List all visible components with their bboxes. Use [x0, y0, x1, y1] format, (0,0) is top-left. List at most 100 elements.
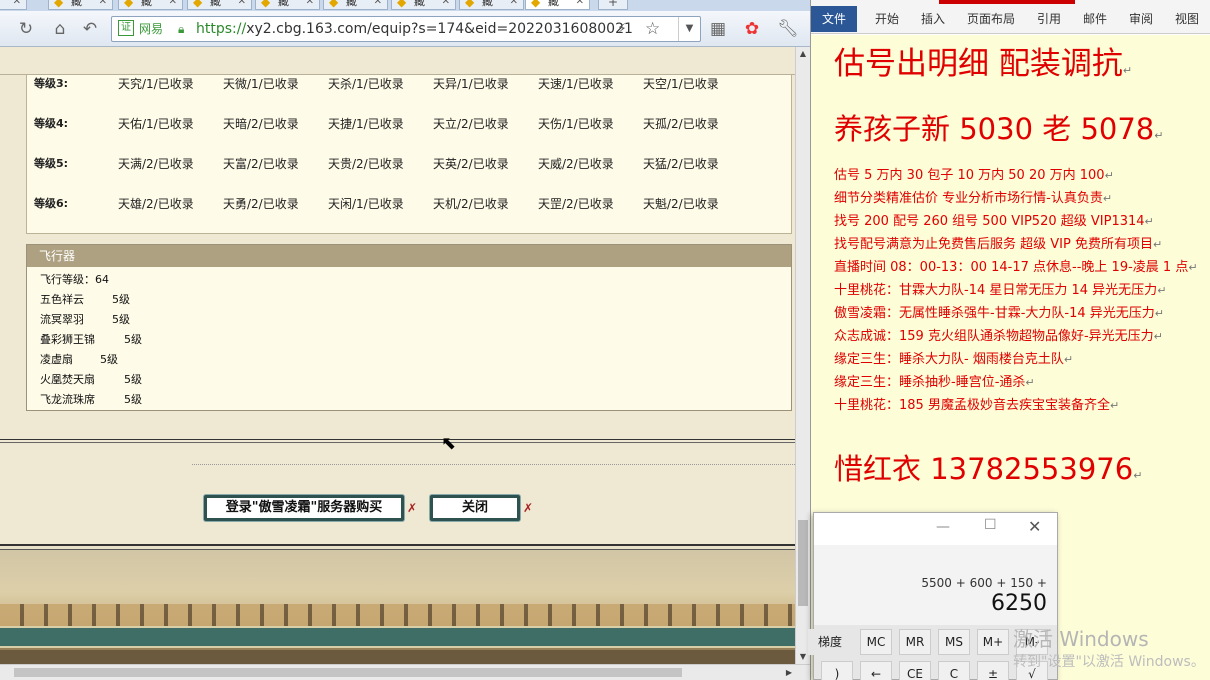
tab-close-icon[interactable]: ✕	[99, 0, 107, 9]
scroll-up-icon[interactable]: ▲	[796, 47, 810, 61]
skill-item: 天捷/1/已收录	[328, 117, 404, 131]
tab-insert[interactable]: 插入	[921, 10, 945, 27]
scroll-thumb[interactable]	[798, 520, 808, 606]
folder-icon: ◆	[329, 0, 339, 9]
browser-tab[interactable]: ◆藏✕	[48, 0, 113, 10]
doc-line: 估号 5 万内 30 包子 10 万内 50 20 万内 100↵	[834, 168, 1114, 183]
close-button[interactable]: 关闭 ✗	[430, 495, 533, 521]
skill-item: 天速/1/已收录	[538, 77, 614, 91]
skill-item: 天佑/1/已收录	[118, 117, 194, 131]
tab-close-icon[interactable]: ✕	[576, 0, 584, 9]
decor-band	[0, 544, 795, 550]
skill-level-label: 等级3:	[34, 77, 69, 90]
url-text[interactable]: https://xy2.cbg.163.com/equip?s=174&eid=…	[196, 17, 633, 41]
tab-close-icon[interactable]: ✕	[510, 0, 518, 9]
lightning-icon[interactable]: ⚡︎	[617, 17, 627, 41]
close-paren-button[interactable]: )	[821, 661, 853, 680]
calculator-titlebar: — ☐ ✕	[814, 513, 1057, 545]
tab-close-icon[interactable]: ✕	[306, 0, 314, 9]
extension-icon[interactable]: ✿	[740, 17, 764, 41]
browser-tab[interactable]: ◆藏✕	[459, 0, 524, 10]
vertical-scrollbar[interactable]: ▲ ▼	[795, 47, 810, 664]
doc-line: 众志成诚：159 克火组队通杀物超物品像好-异光无压力↵	[834, 329, 1163, 344]
tab-view[interactable]: 视图	[1175, 10, 1199, 27]
tools-icon[interactable]: 🔧︎	[776, 17, 800, 41]
activation-watermark: 转到"设置"以激活 Windows。	[1013, 654, 1205, 670]
browser-tab[interactable]: ◆藏✕	[118, 0, 183, 10]
mc-button[interactable]: MC	[860, 629, 892, 655]
tab-review[interactable]: 审阅	[1129, 10, 1153, 27]
decor-band	[0, 604, 795, 626]
ms-button[interactable]: MS	[938, 629, 970, 655]
tab-page-layout[interactable]: 页面布局	[967, 10, 1015, 27]
mouse-cursor-icon: ⬉	[441, 433, 457, 454]
skill-item: 天闲/1/已收录	[328, 197, 404, 211]
decor-band	[0, 626, 795, 648]
browser-tab[interactable]: ◆藏✕	[255, 0, 320, 10]
skill-item: 天贵/2/已收录	[328, 157, 404, 171]
browser-tab[interactable]: ◆藏✕	[391, 0, 456, 10]
flying-item: 火凰焚天扇 5级	[40, 373, 142, 386]
m-plus-button[interactable]: M+	[977, 629, 1009, 655]
doc-line: 缘定三生：睡杀大力队- 烟雨楼台克土队↵	[834, 352, 1074, 367]
maximize-icon[interactable]: ☐	[984, 517, 997, 533]
negate-button[interactable]: ±	[977, 661, 1009, 680]
skill-item: 天富/2/已收录	[223, 157, 299, 171]
clear-button[interactable]: C	[938, 661, 970, 680]
tab-close-icon[interactable]: ✕	[13, 0, 21, 9]
tab-close-icon[interactable]: ✕	[238, 0, 246, 9]
flying-level: 飞行等级：64	[40, 273, 109, 286]
tab-close-icon[interactable]: ✕	[374, 0, 382, 9]
backspace-button[interactable]: ←	[860, 661, 892, 680]
close-icon[interactable]: ✕	[1028, 517, 1041, 536]
horizontal-scrollbar[interactable]: ▶	[0, 664, 810, 680]
address-bar[interactable]: 证 网易 🔒︎ https://xy2.cbg.163.com/equip?s=…	[111, 16, 701, 42]
tab-references[interactable]: 引用	[1037, 10, 1061, 27]
star-icon[interactable]: ☆	[645, 17, 660, 41]
browser-tab[interactable]: ◆藏✕	[0, 0, 27, 10]
mr-button[interactable]: MR	[899, 629, 931, 655]
doc-line: 十里桃花：甘霖大力队-14 星日常无压力 14 异光无压力↵	[834, 283, 1167, 298]
skill-row: 等级5: 天满/2/已收录 天富/2/已收录 天贵/2/已收录 天英/2/已收录…	[27, 155, 793, 175]
flying-item: 飞龙流珠席 5级	[40, 393, 142, 406]
flying-item: 五色祥云 5级	[40, 293, 130, 306]
tab-home[interactable]: 开始	[875, 10, 899, 27]
undo-close-icon[interactable]: ↶	[78, 17, 102, 41]
folder-icon: ◆	[54, 0, 64, 9]
skill-item: 天伤/1/已收录	[538, 117, 614, 131]
certificate-icon[interactable]: 证	[118, 20, 134, 36]
folder-icon: ◆	[465, 0, 475, 9]
skill-level-label: 等级4:	[34, 117, 69, 130]
ce-button[interactable]: CE	[899, 661, 931, 680]
minimize-icon[interactable]: —	[936, 519, 950, 535]
windows-icon[interactable]: ▦	[706, 17, 730, 41]
site-name: 网易	[139, 22, 164, 36]
browser-window: ◆藏✕ ◆藏✕ ◆藏✕ ◆藏✕ ◆藏✕ ◆藏✕ ◆藏✕ ◆藏✕ ◆藏✕ + ↻ …	[0, 0, 810, 680]
browser-toolbar: ↻ ⌂ ↶ 证 网易 🔒︎ https://xy2.cbg.163.com/eq…	[0, 11, 810, 47]
skill-item: 天勇/2/已收录	[223, 197, 299, 211]
login-buy-button[interactable]: 登录"傲雪凌霜"服务器购买 ✗	[204, 495, 417, 521]
skill-item: 天英/2/已收录	[433, 157, 509, 171]
scroll-right-icon[interactable]: ▶	[782, 665, 796, 680]
browser-tab-active[interactable]: ◆ 藏 ✕	[525, 0, 590, 10]
home-icon[interactable]: ⌂	[48, 17, 72, 41]
skill-item: 天孤/2/已收录	[643, 117, 719, 131]
tab-close-icon[interactable]: ✕	[169, 0, 177, 9]
doc-line: 细节分类精准估价 专业分析市场行情-认真负责↵	[834, 191, 1113, 206]
refresh-icon[interactable]: ↻	[14, 17, 38, 41]
skill-item: 天威/2/已收录	[538, 157, 614, 171]
skills-panel: 等级3: 天究/1/已收录 天微/1/已收录 天杀/1/已收录 天异/1/已收录…	[26, 75, 792, 234]
tab-file[interactable]: 文件	[811, 6, 857, 32]
skill-item: 天满/2/已收录	[118, 157, 194, 171]
tab-mailings[interactable]: 邮件	[1083, 10, 1107, 27]
doc-heading: 养孩子新 5030 老 5078↵	[834, 112, 1164, 146]
url-dropdown-icon[interactable]: ▼	[678, 17, 700, 41]
angle-mode-radio[interactable]: 梯度	[808, 629, 852, 655]
browser-tab[interactable]: ◆藏✕	[187, 0, 252, 10]
doc-heading: 估号出明细 配装调抗↵	[834, 46, 1133, 82]
tab-close-icon[interactable]: ✕	[442, 0, 450, 9]
skill-level-label: 等级6:	[34, 197, 69, 210]
new-tab-button[interactable]: +	[598, 0, 628, 10]
browser-tab[interactable]: ◆藏✕	[323, 0, 388, 10]
scroll-thumb[interactable]	[14, 668, 682, 677]
